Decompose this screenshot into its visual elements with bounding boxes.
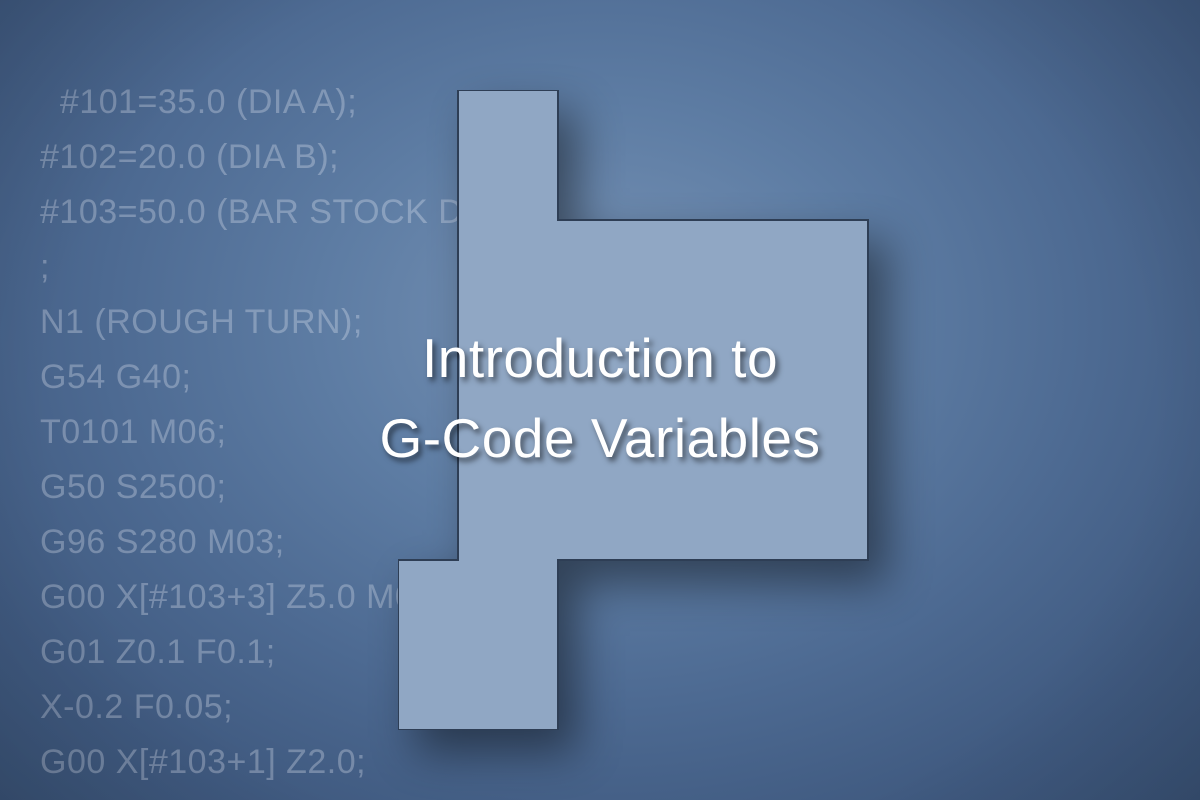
code-line: #102=20.0 (DIA B); <box>40 138 339 176</box>
code-line: T0101 M06; <box>40 413 226 451</box>
code-line: N1 (ROUGH TURN); <box>40 303 363 341</box>
code-line: G96 S280 M03; <box>40 523 285 561</box>
code-line: G01 Z0.1 F0.1; <box>40 633 276 671</box>
code-line: #101=35.0 (DIA A); <box>60 83 357 121</box>
code-line: G54 G40; <box>40 358 191 396</box>
turned-part-profile-icon <box>398 90 888 735</box>
code-line: G00 X[#103+3] Z5.0 M08; <box>40 578 444 616</box>
code-line: ; <box>40 248 50 286</box>
code-line: G00 X[#103+1] Z2.0; <box>40 743 366 781</box>
code-line: G50 S2500; <box>40 468 226 506</box>
code-line: X-0.2 F0.05; <box>40 688 233 726</box>
